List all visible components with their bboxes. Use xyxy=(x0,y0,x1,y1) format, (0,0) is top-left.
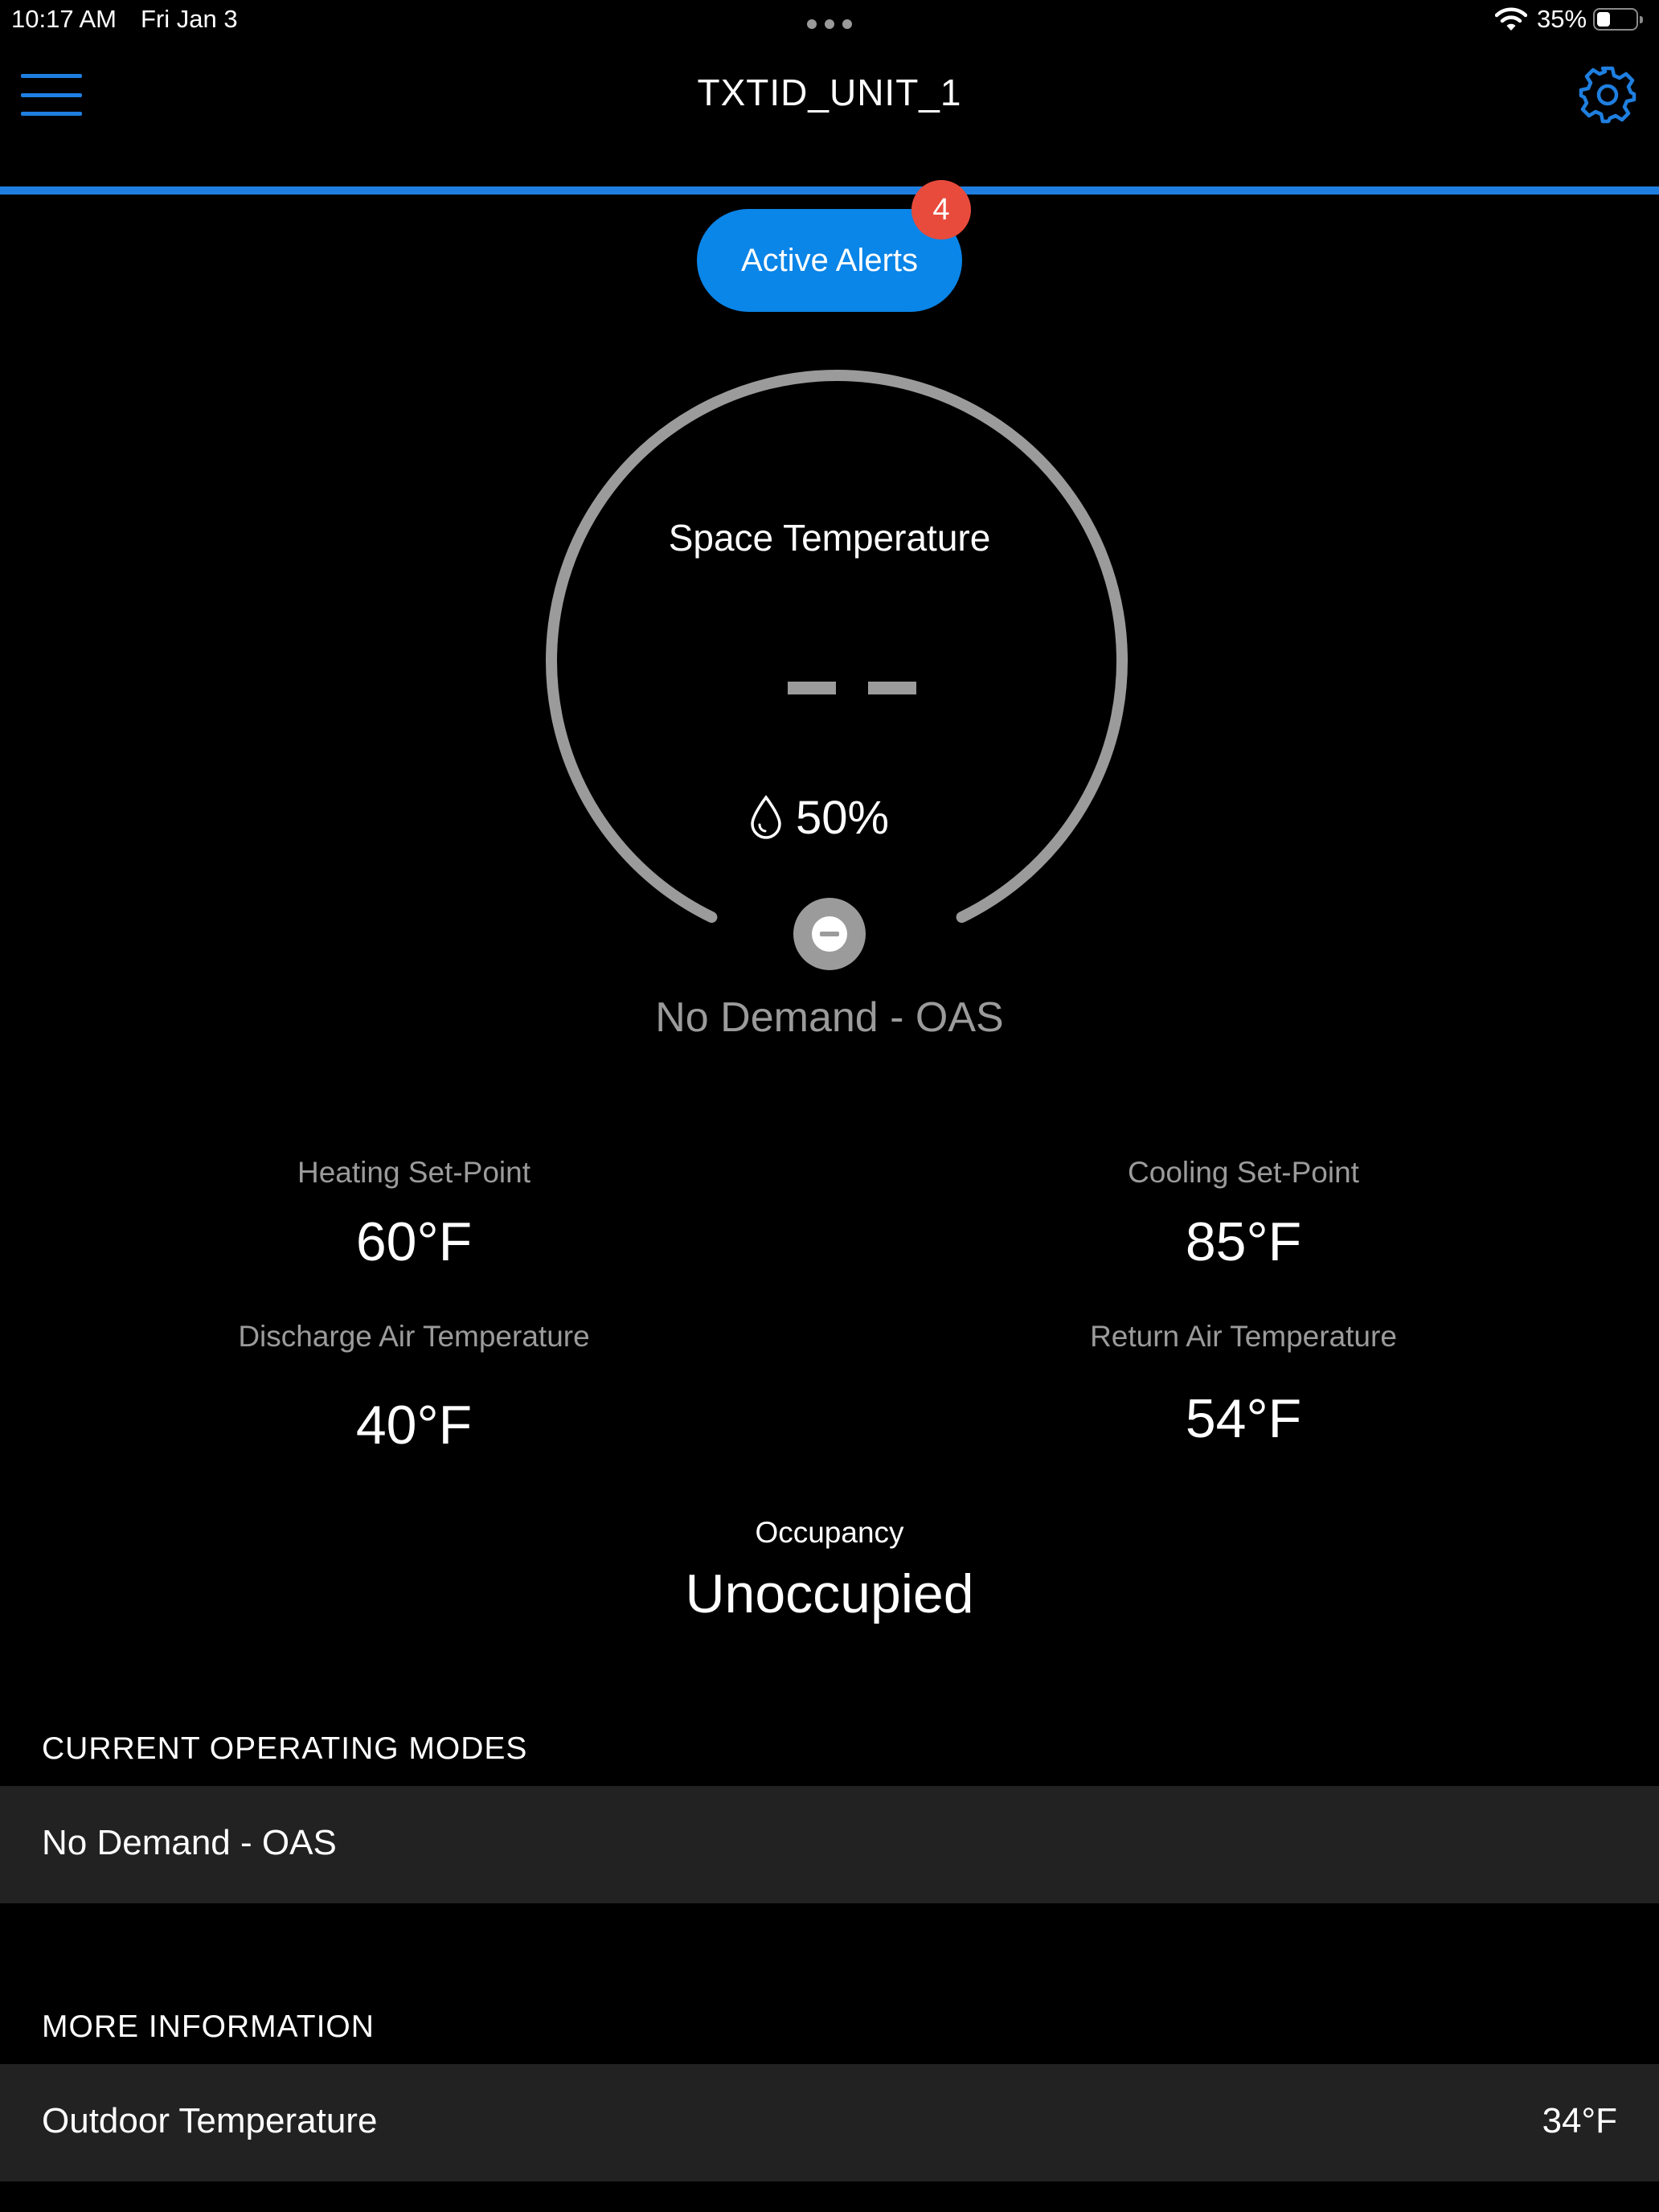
occupancy-value: Unoccupied xyxy=(685,1563,974,1624)
space-temperature-label: Space Temperature xyxy=(668,517,991,559)
space-temperature-value xyxy=(788,682,916,694)
humidity-value: 50% xyxy=(796,791,890,844)
cooling-setpoint-label: Cooling Set-Point xyxy=(1128,1156,1359,1189)
cooling-setpoint-value[interactable]: 85°F xyxy=(922,1210,1565,1273)
water-drop-icon xyxy=(751,795,781,839)
heating-setpoint-label: Heating Set-Point xyxy=(297,1156,530,1189)
humidity-readout: 50% xyxy=(748,789,889,846)
demand-status: No Demand - OAS xyxy=(655,994,1004,1041)
return-air-temperature-label: Return Air Temperature xyxy=(1090,1320,1397,1353)
occupancy-label: Occupancy xyxy=(755,1516,904,1549)
operating-mode-label: No Demand - OAS xyxy=(42,1823,337,1862)
return-air-temperature-value: 54°F xyxy=(1185,1388,1302,1449)
outdoor-temperature-value: 34°F xyxy=(1542,2101,1617,2140)
discharge-air-temperature-label: Discharge Air Temperature xyxy=(238,1320,590,1353)
outdoor-temperature-row[interactable]: Outdoor Temperature 34°F xyxy=(0,2064,1659,2181)
heating-setpoint-value[interactable]: 60°F xyxy=(92,1210,735,1273)
more-information-header: MORE INFORMATION xyxy=(42,2009,375,2044)
operating-modes-header: CURRENT OPERATING MODES xyxy=(42,1731,528,1766)
mode-knob[interactable] xyxy=(793,898,866,970)
discharge-air-temperature-value: 40°F xyxy=(355,1395,473,1456)
minus-circle-icon xyxy=(812,916,847,952)
outdoor-temperature-label: Outdoor Temperature xyxy=(42,2101,378,2140)
operating-mode-row: No Demand - OAS xyxy=(0,1786,1659,1903)
